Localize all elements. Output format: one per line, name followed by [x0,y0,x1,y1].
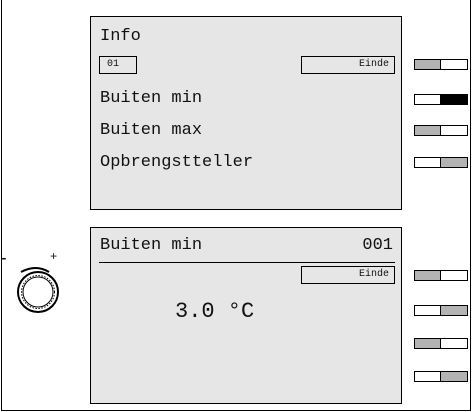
softkey-6-right [440,306,467,315]
softkey-5-right [440,271,467,280]
softkey-5-left [415,271,441,280]
rotary-knob[interactable]: - + [0,250,59,313]
softkey-3[interactable] [414,125,468,136]
info-index: 01 [107,59,120,70]
info-end-button[interactable]: Einde [301,56,395,74]
softkey-8[interactable] [414,371,468,382]
knob-plus-icon: + [50,250,58,264]
softkey-4-left [415,158,441,167]
detail-title: Buiten min [100,236,203,255]
softkey-4-right [440,158,467,167]
detail-separator [99,262,395,263]
softkey-8-right [440,372,467,381]
softkey-4[interactable] [414,157,468,168]
softkey-1-left [415,60,441,69]
softkey-2-right [440,95,467,104]
softkey-1[interactable] [414,59,468,70]
softkey-7[interactable] [414,338,468,349]
info-index-box: 01 [99,56,137,74]
detail-end-label: Einde [358,269,389,280]
detail-code: 001 [362,236,393,255]
softkey-3-left [415,126,441,135]
softkey-8-left [415,372,441,381]
knob-minus-icon: - [0,251,8,266]
softkey-1-right [440,60,467,69]
softkey-7-right [440,339,467,348]
menu-item-buiten-max[interactable]: Buiten max [100,121,202,141]
detail-panel: Buiten min 001 Einde 3.0 °C [90,227,402,404]
softkey-2[interactable] [414,94,468,105]
softkey-2-left [415,95,441,104]
info-title: Info [100,27,141,46]
detail-end-button[interactable]: Einde [301,266,395,284]
info-end-label: Einde [358,59,389,70]
menu-item-buiten-min[interactable]: Buiten min [100,89,202,109]
softkey-6[interactable] [414,305,468,316]
softkey-7-left [415,339,441,348]
menu-item-opbrengstteller[interactable]: Opbrengstteller [100,153,253,173]
softkey-3-right [440,126,467,135]
temperature-value: 3.0 °C [175,299,255,324]
info-menu-panel: Info 01 Einde Buiten min Buiten max Opbr… [90,16,402,210]
softkey-5[interactable] [414,270,468,281]
softkey-6-left [415,306,441,315]
